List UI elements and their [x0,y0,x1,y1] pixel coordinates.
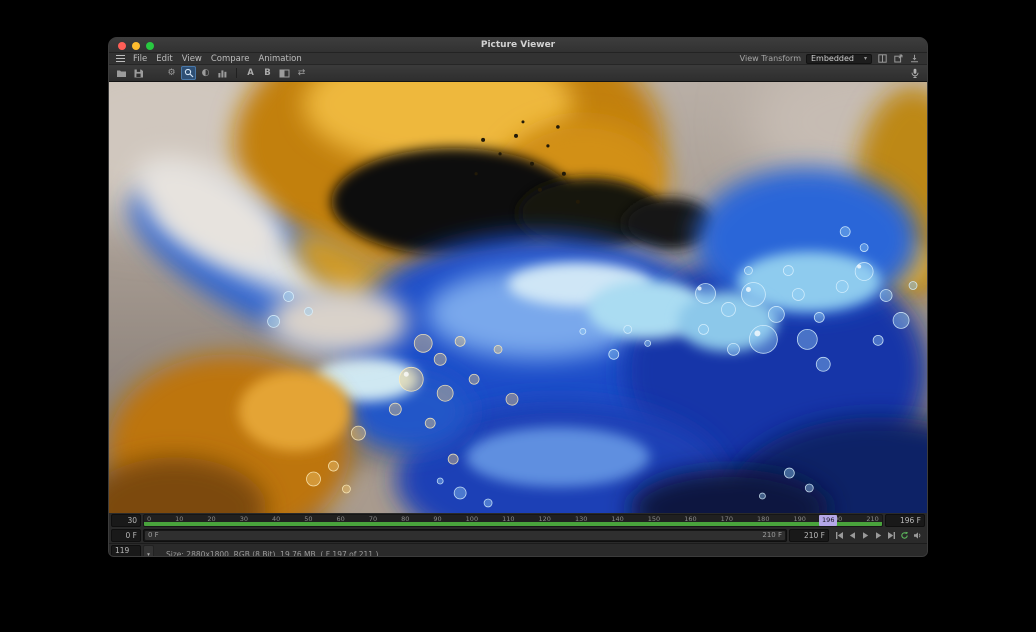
playhead[interactable]: 196 [819,515,837,526]
title-bar[interactable]: Picture Viewer [109,38,927,53]
ab-swap-icon[interactable]: ⇄ [294,66,309,80]
goto-start-button[interactable] [833,529,845,542]
preview-end-frame-field[interactable]: 196 F [885,514,925,527]
loop-playback-button[interactable] [898,529,910,542]
view-transform-dropdown[interactable]: Embedded ▾ [806,54,872,64]
range-track [145,531,785,540]
picture-viewer-window: Picture Viewer File Edit View Compare Animat… [108,37,928,557]
panel-layout-icon[interactable] [877,53,888,64]
zoom-level-field[interactable]: 119 % [111,545,141,557]
zoom-tool-button[interactable] [181,66,196,80]
menu-bar-right: View Transform Embedded ▾ [740,53,920,64]
compare-a-button[interactable]: A [243,66,258,80]
popout-window-icon[interactable] [893,53,904,64]
sound-button[interactable] [911,529,923,542]
range-start-field[interactable]: 0 F [111,529,141,542]
settings-gear-icon[interactable]: ⚙ [164,66,179,80]
contrast-icon[interactable]: ◐ [198,66,213,80]
menu-item[interactable]: Animation [258,54,301,64]
cached-frames-bar [144,522,882,526]
menu-item[interactable]: File [133,54,147,64]
timeline-ruler-row: 30 0102030405060708090100110120130140150… [109,513,927,528]
zoom-dropdown-button[interactable]: ▾ [143,545,154,557]
save-file-button[interactable] [131,66,146,80]
menu-bar: File Edit View Compare Animation View Transf… [109,53,927,65]
export-image-icon[interactable] [909,53,920,64]
histogram-button[interactable] [215,66,230,80]
menu-item[interactable]: Edit [156,54,172,64]
toolbar: ⚙ ◐ A B ⇄ [109,65,927,82]
compare-b-button[interactable]: B [260,66,275,80]
chevron-down-icon: ▾ [864,55,867,62]
next-frame-button[interactable] [872,529,884,542]
toolbar-separator [236,68,237,78]
goto-end-button[interactable] [885,529,897,542]
window-title: Picture Viewer [481,40,555,50]
timeline-ruler[interactable]: 0102030405060708090100110120130140150160… [143,514,883,527]
abstract-render [109,82,927,513]
timeline-range-row: 0 F 0 F 210 F 210 F [109,528,927,543]
viewport-image[interactable] [109,82,927,513]
maximize-button[interactable] [146,42,154,50]
minimize-button[interactable] [132,42,140,50]
previous-frame-button[interactable] [846,529,858,542]
menu-items: File Edit View Compare Animation [133,54,302,64]
view-transform-label: View Transform [740,54,801,63]
ab-split-icon[interactable] [277,66,292,80]
status-bar: 119 % ▾ Size: 2880x1800, RGB (8 Bit), 19… [109,543,927,557]
range-slider[interactable]: 0 F 210 F [143,529,787,542]
menu-item[interactable]: View [182,54,202,64]
hamburger-menu-icon[interactable] [116,55,125,63]
view-transform-value: Embedded [811,54,854,63]
traffic-lights [118,42,154,50]
transport-controls [831,529,925,542]
mic-icon[interactable] [907,66,922,80]
range-end-field[interactable]: 210 F [789,529,829,542]
range-start-label: 0 F [144,531,163,539]
desktop-background: Picture Viewer File Edit View Compare Animat… [0,0,1036,632]
play-button[interactable] [859,529,871,542]
menu-item[interactable]: Compare [211,54,250,64]
range-end-label: 210 F [758,531,786,539]
close-button[interactable] [118,42,126,50]
open-file-button[interactable] [114,66,129,80]
status-info-text: Size: 2880x1800, RGB (8 Bit), 19.76 MB, … [166,550,378,557]
fps-field[interactable]: 30 [111,514,141,527]
